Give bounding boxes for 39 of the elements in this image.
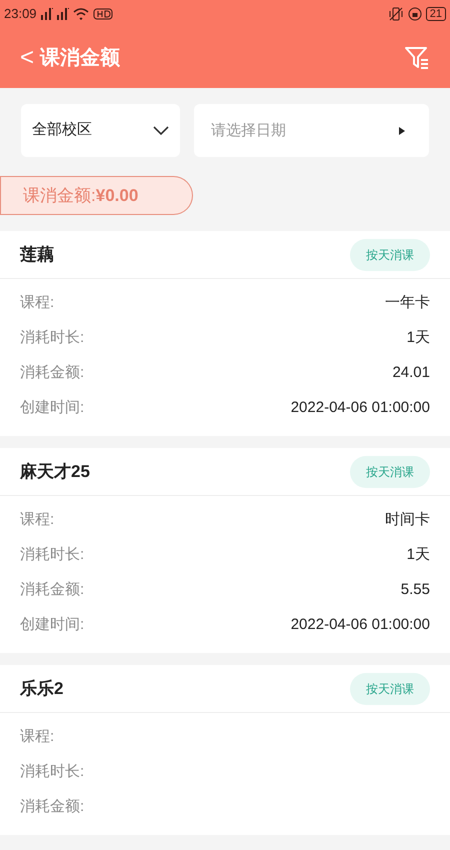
chevron-down-icon bbox=[153, 126, 169, 136]
field-label: 消耗金额: bbox=[20, 797, 84, 818]
field-value: 2022-04-06 01:00:00 bbox=[290, 615, 430, 636]
field-label: 课程: bbox=[20, 727, 54, 748]
field-value: 2022-04-06 01:00:00 bbox=[290, 398, 430, 418]
consume-type-badge: 按天消课 bbox=[350, 456, 430, 488]
status-time: 23:09 bbox=[4, 5, 37, 24]
date-field[interactable]: 请选择日期 bbox=[194, 104, 429, 157]
field-label: 课程: bbox=[20, 293, 54, 314]
field-label: 消耗时长: bbox=[20, 328, 84, 348]
field-value: 5.55 bbox=[400, 580, 430, 600]
field-label: 创建时间: bbox=[20, 615, 84, 636]
campus-dropdown[interactable]: 全部校区 bbox=[21, 104, 180, 157]
signal-icon bbox=[56, 8, 69, 20]
student-name: 麻天才25 bbox=[20, 460, 90, 483]
field-label: 创建时间: bbox=[20, 398, 84, 418]
page-title: 课消金额 bbox=[40, 46, 120, 71]
field-label: 消耗时长: bbox=[20, 545, 84, 566]
signal-icon bbox=[40, 8, 53, 20]
vibrate-icon bbox=[388, 7, 404, 21]
field-value: 1天 bbox=[406, 328, 430, 348]
consume-type-badge: 按天消课 bbox=[350, 238, 430, 270]
field-value: 1天 bbox=[406, 545, 430, 566]
field-label: 消耗时长: bbox=[20, 762, 84, 782]
field-value: 时间卡 bbox=[385, 510, 430, 530]
student-name: 莲藕 bbox=[20, 244, 54, 266]
field-value: 24.01 bbox=[392, 363, 430, 384]
field-value: 一年卡 bbox=[385, 293, 430, 314]
caret-right-icon bbox=[399, 127, 405, 135]
filter-icon[interactable] bbox=[404, 45, 430, 71]
wifi-icon bbox=[72, 8, 89, 20]
field-label: 课程: bbox=[20, 510, 54, 530]
hd-icon bbox=[92, 8, 113, 20]
field-label: 消耗金额: bbox=[20, 363, 84, 384]
total-amount-pill: 课消金额:¥0.00 bbox=[0, 176, 193, 215]
field-label: 消耗金额: bbox=[20, 580, 84, 600]
consume-type-badge: 按天消课 bbox=[350, 672, 430, 704]
student-name: 乐乐2 bbox=[20, 678, 64, 700]
battery-indicator: 21 bbox=[426, 7, 446, 21]
